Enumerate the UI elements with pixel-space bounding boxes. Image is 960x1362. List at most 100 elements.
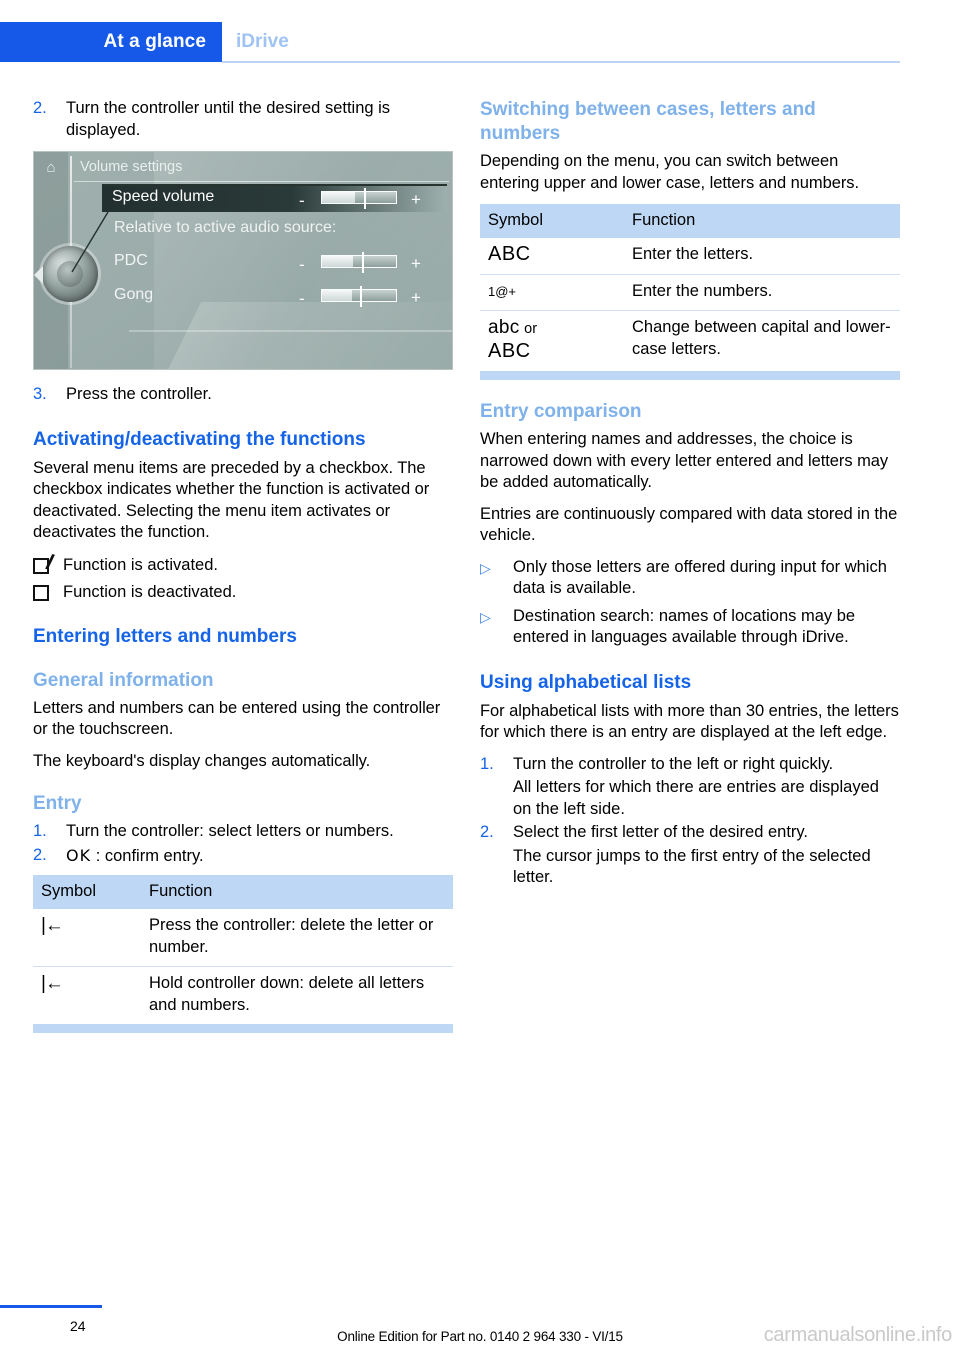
tab-at-a-glance-label: At a glance <box>103 31 206 52</box>
list-item-text: Destination search: names of locations m… <box>513 606 856 647</box>
idrive-minus-gong[interactable]: - <box>299 290 305 307</box>
table-cell-function: Hold controller down: delete all letters… <box>141 966 453 1024</box>
triangle-bullet-icon: ▷ <box>480 608 491 625</box>
left-column: 2. Turn the controller until the desired… <box>33 98 453 1033</box>
checkbox-unchecked-icon <box>33 581 63 603</box>
numbers-symbols-icon: 1@+ <box>480 273 624 311</box>
column-header-symbol: Symbol <box>33 875 141 909</box>
checkbox-activated-label: Function is activated. <box>63 555 218 574</box>
paragraph-comparison-2: Entries are continuously compared with d… <box>480 504 898 545</box>
step-item: 3. Press the controller. <box>33 384 453 406</box>
symbol-function-table-left: Symbol Function |← Press the controller:… <box>33 875 453 1033</box>
table-cell-function: Change between capital and lower-case le… <box>624 310 900 371</box>
step-item: 1. Turn the controller to the left or ri… <box>480 754 900 776</box>
step-item: 2. OK : confirm entry. <box>33 845 453 868</box>
table-row: |← Press the controller: delete the lett… <box>33 909 453 967</box>
tab-idrive-label: iDrive <box>236 31 289 52</box>
checkbox-line-activated: Function is activated. <box>33 551 453 576</box>
triangle-bullet-icon: ▷ <box>480 559 491 576</box>
idrive-minus-pdc[interactable]: - <box>299 256 305 273</box>
subheading-general-information: General information <box>33 669 214 691</box>
table-row: ABC Enter the letters. <box>480 238 900 274</box>
step-item: 2. Turn the controller until the desired… <box>33 98 453 141</box>
column-header-function: Function <box>624 204 900 238</box>
paragraph-comparison-1: When entering names and addresses, the c… <box>480 430 889 491</box>
list-item-text: Only those letters are offered during in… <box>513 557 887 598</box>
abc-lowercase-icon: abc <box>488 317 520 338</box>
step-sub-item: All letters for which there are entries … <box>480 777 900 820</box>
abc-uppercase-icon: ABC <box>488 339 531 362</box>
table-header-row: Symbol Function <box>33 875 453 909</box>
step-item: 2. Select the first letter of the desire… <box>480 822 900 844</box>
checkbox-deactivated-label: Function is deactivated. <box>63 582 237 601</box>
table-header-row: Symbol Function <box>480 204 900 238</box>
idrive-plus-speed-volume[interactable]: + <box>411 191 421 208</box>
table-footer-bar <box>33 1024 453 1033</box>
table-cell-function: Press the controller: delete the letter … <box>149 916 434 956</box>
idrive-slider-pdc[interactable] <box>321 252 397 273</box>
ok-symbol-icon: OK <box>66 845 92 865</box>
step-item: 1. Turn the controller: select letters o… <box>33 821 453 843</box>
idrive-row-label-speed-volume: Speed volume <box>112 188 215 205</box>
heading-switching-cases: Switching between cases, letters and num… <box>480 99 816 144</box>
step-number: 3. <box>33 385 47 403</box>
step-number: 2. <box>33 845 47 864</box>
paragraph-general-2: The keyboard's display changes automatic… <box>33 751 371 770</box>
paragraph-checkbox: Several menu items are preceded by a che… <box>33 458 430 542</box>
idrive-row-label-gong: Gong <box>114 286 154 303</box>
abc-uppercase-icon: ABC <box>488 243 531 265</box>
paragraph-general-1: Letters and numbers can be entered using… <box>33 698 441 739</box>
idrive-slider-gong[interactable] <box>321 286 397 307</box>
checkbox-line-deactivated: Function is deactivated. <box>33 581 453 603</box>
paragraph-switching: Depending on the menu, you can switch be… <box>480 152 860 192</box>
idrive-subtitle: Relative to active audio source: <box>114 219 337 236</box>
step-sub-text: All letters for which there are entries … <box>513 778 879 818</box>
subheading-entry: Entry <box>33 793 82 814</box>
column-header-symbol: Symbol <box>480 204 624 238</box>
delete-left-icon: |← <box>33 966 141 1024</box>
step-text: Turn the controller: select letters or n… <box>66 822 394 840</box>
table-row: abc or ABC Change between capital and lo… <box>480 310 900 371</box>
idrive-back-arrow-icon <box>34 266 43 284</box>
table-cell-function: Enter the numbers. <box>624 273 900 311</box>
idrive-title: Volume settings <box>80 159 183 175</box>
idrive-plus-pdc[interactable]: + <box>411 255 421 272</box>
step-sub-text: The cursor jumps to the first entry of t… <box>513 846 871 887</box>
idrive-plus-gong[interactable]: + <box>411 289 421 306</box>
idrive-row-label-pdc: PDC <box>114 252 148 269</box>
step-text: Turn the controller until the desired se… <box>66 99 391 139</box>
screen-sheen-lower <box>166 302 452 369</box>
page-header: At a glance iDrive <box>0 22 960 63</box>
table-row: |← Hold controller down: delete all lett… <box>33 966 453 1024</box>
paragraph-alphabetical: For alphabetical lists with more than 30… <box>480 701 899 742</box>
idrive-slider-speed-volume[interactable] <box>321 188 397 209</box>
column-header-function: Function <box>141 875 453 909</box>
step-text: Select the first letter of the desired e… <box>513 823 809 841</box>
header-divider <box>222 61 900 63</box>
idrive-volume-settings-screenshot: ⌂ Volume settings Speed volume - + Relat… <box>33 151 453 370</box>
step-number: 2. <box>33 99 47 117</box>
idrive-controller-knob <box>42 246 98 302</box>
idrive-title-rule <box>74 181 449 182</box>
step-number: 1. <box>33 822 47 840</box>
home-icon[interactable]: ⌂ <box>42 160 60 176</box>
subheading-entry-comparison: Entry comparison <box>480 401 642 422</box>
idrive-minus-speed-volume[interactable]: - <box>299 192 305 209</box>
tab-idrive[interactable]: iDrive <box>236 31 289 53</box>
list-item: ▷ Only those letters are offered during … <box>480 557 900 600</box>
watermark: carmanualsonline.info <box>763 1324 953 1346</box>
symbol-or-label: or <box>524 321 538 337</box>
right-column: Switching between cases, letters and num… <box>480 98 900 891</box>
heading-entering-letters-numbers: Entering letters and numbers <box>33 625 297 647</box>
table-row: 1@+ Enter the numbers. <box>480 273 900 311</box>
tab-at-a-glance[interactable]: At a glance <box>0 22 222 62</box>
symbol-function-table-right: Symbol Function ABC Enter the letters. 1… <box>480 204 900 380</box>
heading-using-alphabetical-lists: Using alphabetical lists <box>480 671 692 693</box>
checkbox-checked-icon <box>33 551 63 576</box>
table-cell-function: Enter the letters. <box>632 245 754 263</box>
step-text: Turn the controller to the left or right… <box>513 754 834 773</box>
list-item: ▷ Destination search: names of locations… <box>480 606 900 649</box>
delete-left-icon: |← <box>41 915 64 936</box>
step-text: Press the controller. <box>66 385 212 403</box>
step-text: : confirm entry. <box>95 846 204 865</box>
